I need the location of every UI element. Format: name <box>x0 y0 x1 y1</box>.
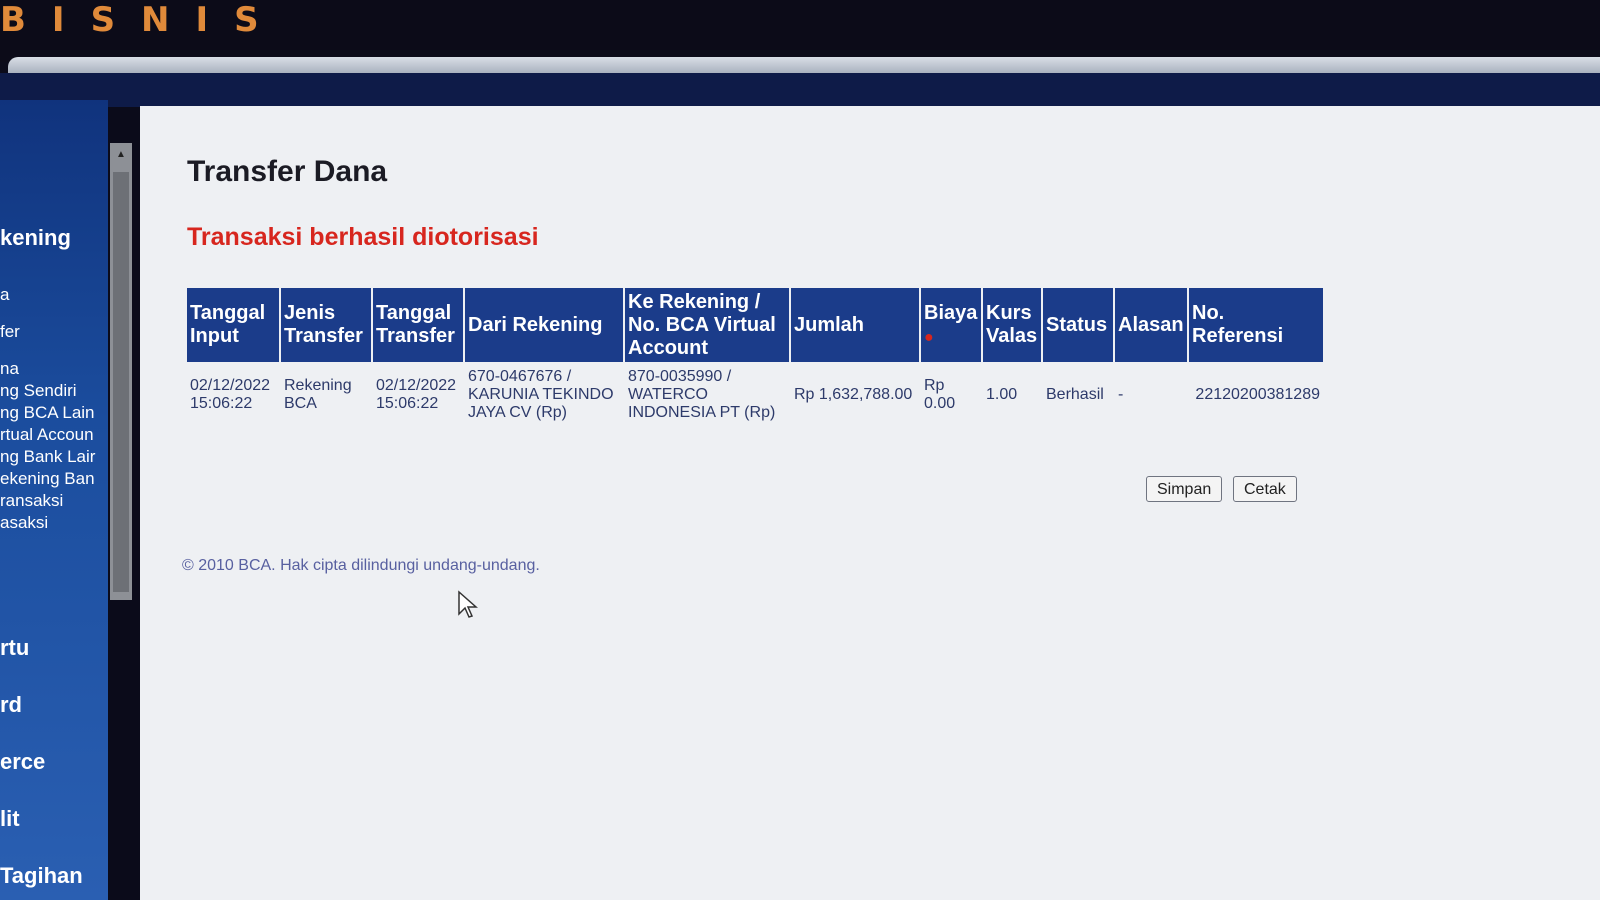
sidebar-group-rekening[interactable]: kening <box>0 225 71 251</box>
cell-jenis-transfer: Rekening BCA <box>284 377 352 412</box>
transaction-table: Tanggal Input Jenis Transfer Tanggal Tra… <box>185 288 1325 428</box>
page-title: Transfer Dana <box>187 155 388 188</box>
col-dari-rekening: Dari Rekening <box>465 288 623 362</box>
sidebar-item[interactable]: ng Sendiri <box>0 381 77 401</box>
save-button[interactable]: Simpan <box>1146 476 1223 502</box>
table-header-row: Tanggal Input Jenis Transfer Tanggal Tra… <box>187 288 1323 362</box>
biaya-label: Biaya <box>924 301 978 324</box>
sidebar-item[interactable]: na <box>0 359 19 379</box>
mouse-cursor-icon <box>458 590 478 618</box>
copyright-footer: © 2010 BCA. Hak cipta dilindungi undang-… <box>182 557 540 574</box>
cell-status: Berhasil <box>1046 386 1104 403</box>
info-dot-icon: ● <box>924 328 934 346</box>
col-status: Status <box>1043 288 1113 362</box>
cell-tanggal-transfer: 02/12/2022 15:06:22 <box>376 377 457 412</box>
cell-biaya: Rp 0.00 <box>924 377 956 412</box>
col-tanggal-transfer: Tanggal Transfer <box>373 288 463 362</box>
sidebar-group-debit[interactable]: lit <box>0 806 20 832</box>
header-stripe <box>8 57 1600 73</box>
col-ke-rekening: Ke Rekening / No. BCA Virtual Account <box>625 288 789 362</box>
col-jenis-transfer: Jenis Transfer <box>281 288 371 362</box>
sidebar-group-commerce[interactable]: erce <box>0 749 45 775</box>
sidebar-item[interactable]: ng BCA Lain <box>0 403 95 423</box>
top-header: BISNIS <box>0 0 1600 62</box>
col-kurs-valas: Kurs Valas <box>983 288 1041 362</box>
sidebar-item[interactable]: asaksi <box>0 513 48 533</box>
cell-dari-rekening: 670-0467676 / KARUNIA TEKINDO JAYA CV (R… <box>468 368 614 421</box>
cell-alasan: - <box>1118 386 1124 403</box>
brand-logo-text: BISNIS <box>0 0 285 40</box>
sidebar-item[interactable]: a <box>0 285 9 305</box>
sidebar-group-kartu[interactable]: rtu <box>0 635 29 661</box>
sidebar-item[interactable]: ng Bank Lair <box>0 447 95 467</box>
scrollbar-thumb[interactable] <box>113 172 129 592</box>
col-jumlah: Jumlah <box>791 288 919 362</box>
sidebar-item[interactable]: rtual Accoun <box>0 425 94 445</box>
table-row: 02/12/2022 15:06:22 Rekening BCA 02/12/2… <box>187 362 1323 428</box>
col-biaya: Biaya ● <box>921 288 981 362</box>
cell-tanggal-input: 02/12/2022 15:06:22 <box>190 377 271 412</box>
print-button[interactable]: Cetak <box>1233 476 1297 502</box>
header-band <box>0 73 1600 107</box>
success-message: Transaksi berhasil diotorisasi <box>187 223 539 251</box>
sidebar-item[interactable]: fer <box>0 322 20 342</box>
sidebar-item[interactable]: ransaksi <box>0 491 63 511</box>
scroll-up-arrow-icon[interactable]: ▲ <box>113 148 129 162</box>
cell-ke-rekening: 870-0035990 / WATERCO INDONESIA PT (Rp) <box>628 368 776 421</box>
col-alasan: Alasan <box>1115 288 1187 362</box>
sidebar-item[interactable]: ekening Ban <box>0 469 95 489</box>
cell-no-referensi: 22120200381289 <box>1195 386 1320 403</box>
sidebar-menu: kening a fer na ng Sendiri ng BCA Lain r… <box>0 100 108 900</box>
sidebar-group-tagihan[interactable]: Tagihan <box>0 863 83 889</box>
col-no-referensi: No. Referensi <box>1189 288 1323 362</box>
cell-jumlah: Rp 1,632,788.00 <box>794 386 913 403</box>
sidebar-group-card[interactable]: rd <box>0 692 22 718</box>
cell-kurs-valas: 1.00 <box>986 386 1018 403</box>
col-tanggal-input: Tanggal Input <box>187 288 279 362</box>
